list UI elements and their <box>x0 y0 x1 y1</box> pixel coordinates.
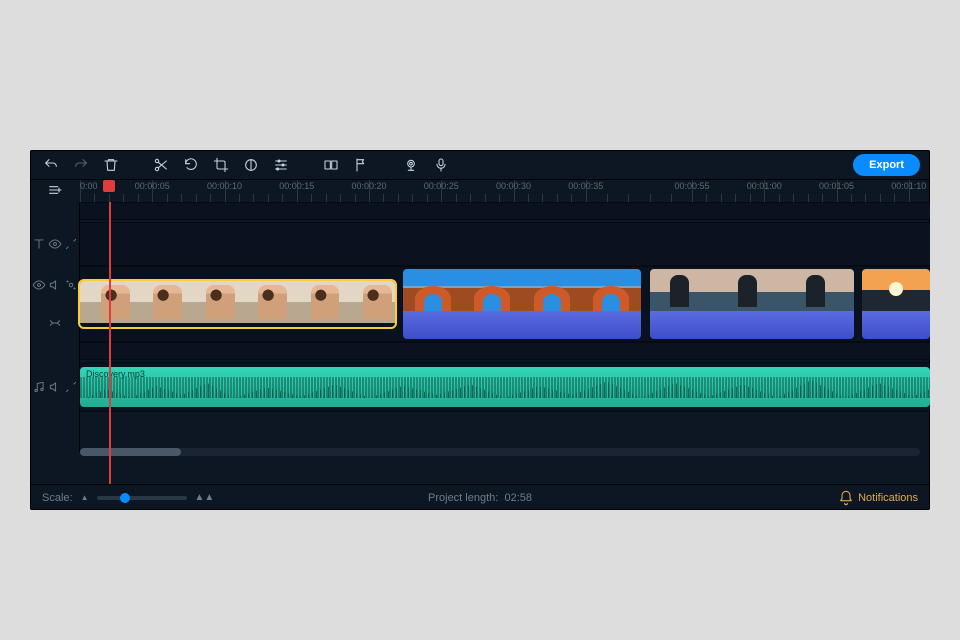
scale-slider-knob[interactable] <box>120 493 130 503</box>
clip-thumbnail <box>786 269 854 311</box>
menu-lines-icon <box>47 182 63 201</box>
zoom-in-icon[interactable]: ▲▲ <box>195 492 215 503</box>
link-track-icon[interactable] <box>64 380 78 394</box>
horizontal-scrollbar[interactable] <box>80 448 920 456</box>
link-track-icon[interactable] <box>48 316 62 330</box>
video-track[interactable] <box>30 266 930 342</box>
timeline-toolbar: Export <box>30 150 930 180</box>
voice-record-button[interactable] <box>430 154 452 176</box>
mute-icon[interactable] <box>48 278 62 292</box>
ruler-tick-label: 00:00:30 <box>496 181 531 191</box>
redo-button[interactable] <box>70 154 92 176</box>
tracks-container: Discovery.mp3 <box>30 202 930 484</box>
webcam-record-button[interactable] <box>400 154 422 176</box>
clip-thumbnail <box>522 269 582 311</box>
fx-icon[interactable] <box>64 278 78 292</box>
audio-waveform <box>80 377 930 407</box>
ruler-tick-label: 00:00:25 <box>424 181 459 191</box>
ruler-tick-label: 00:00:55 <box>674 181 709 191</box>
cut-button[interactable] <box>150 154 172 176</box>
clip-thumbnail <box>403 269 463 311</box>
properties-button[interactable] <box>270 154 292 176</box>
notifications-label: Notifications <box>858 492 918 504</box>
project-length-label: Project length: <box>428 492 498 504</box>
ruler-tick-label: 00:00:35 <box>568 181 603 191</box>
audio-clip[interactable]: Discovery.mp3 <box>80 367 930 407</box>
rotate-button[interactable] <box>180 154 202 176</box>
clip-thumbnail <box>290 281 342 323</box>
scale-slider[interactable] <box>97 496 187 500</box>
undo-button[interactable] <box>40 154 62 176</box>
crop-button[interactable] <box>210 154 232 176</box>
text-track[interactable] <box>30 222 930 266</box>
clip-thumbnail <box>342 281 394 323</box>
ruler-tick-label: 00:00:15 <box>279 181 314 191</box>
track-add-button[interactable] <box>30 180 80 202</box>
clip-thumbnail <box>650 269 718 311</box>
clip-thumbnail <box>80 281 132 323</box>
video-clip[interactable] <box>403 269 641 339</box>
video-clip[interactable] <box>80 281 395 327</box>
ruler-tick-label: 00:01:05 <box>819 181 854 191</box>
ruler-tick-label: 00:01:00 <box>747 181 782 191</box>
ruler-row: 00:00:00 00:00:05 00:00:10 00:00:15 00:00:20… <box>30 180 930 202</box>
clip-thumbnail <box>185 281 237 323</box>
visibility-icon[interactable] <box>32 278 46 292</box>
marker-button[interactable] <box>350 154 372 176</box>
ruler-tick-label: 00:00:10 <box>207 181 242 191</box>
ruler-tick-label: 00:00:00 <box>80 181 98 191</box>
zoom-out-icon[interactable]: ▲ <box>81 493 89 502</box>
video-clip[interactable] <box>650 269 854 339</box>
video-track-lane[interactable] <box>80 266 930 342</box>
ruler-tick-label: 00:00:05 <box>135 181 170 191</box>
ruler-tick-label: 00:01:10 <box>891 181 926 191</box>
playhead-handle[interactable] <box>103 180 115 192</box>
clip-thumbnail <box>582 269 642 311</box>
export-button[interactable]: Export <box>853 154 920 176</box>
music-icon <box>32 380 46 394</box>
scale-label: Scale: <box>42 492 73 504</box>
audio-track-lane[interactable]: Discovery.mp3 <box>80 362 930 412</box>
timeline-footer: Scale: ▲ ▲▲ Project length: 02:58 Notifi… <box>30 484 930 510</box>
track-spacer-mid <box>30 342 930 362</box>
clip-thumbnail <box>862 269 930 311</box>
scrollbar-thumb[interactable] <box>80 448 181 456</box>
video-clip[interactable] <box>862 269 930 339</box>
delete-button[interactable] <box>100 154 122 176</box>
notifications-button[interactable]: Notifications <box>838 490 918 506</box>
transitions-button[interactable] <box>320 154 342 176</box>
track-spacer-bottom <box>30 412 930 452</box>
ruler-tick-label: 00:00:20 <box>351 181 386 191</box>
project-length-value: 02:58 <box>504 492 532 504</box>
link-track-icon[interactable] <box>64 237 78 251</box>
text-track-icon <box>32 237 46 251</box>
project-length: Project length: 02:58 <box>428 492 532 504</box>
track-spacer-top <box>30 202 930 222</box>
bell-icon <box>838 490 854 506</box>
video-editor-timeline-panel: Export 00:00:0000:00:0500:00:1000:00:150… <box>30 150 930 510</box>
audio-track[interactable]: Discovery.mp3 <box>30 362 930 412</box>
clip-thumbnail <box>463 269 523 311</box>
mute-icon[interactable] <box>48 380 62 394</box>
clip-thumbnail <box>237 281 289 323</box>
color-adjust-button[interactable] <box>240 154 262 176</box>
clip-thumbnail <box>132 281 184 323</box>
time-ruler[interactable]: 00:00:00 00:00:05 00:00:10 00:00:15 00:00:20… <box>80 180 930 202</box>
clip-thumbnail <box>718 269 786 311</box>
visibility-icon[interactable] <box>48 237 62 251</box>
